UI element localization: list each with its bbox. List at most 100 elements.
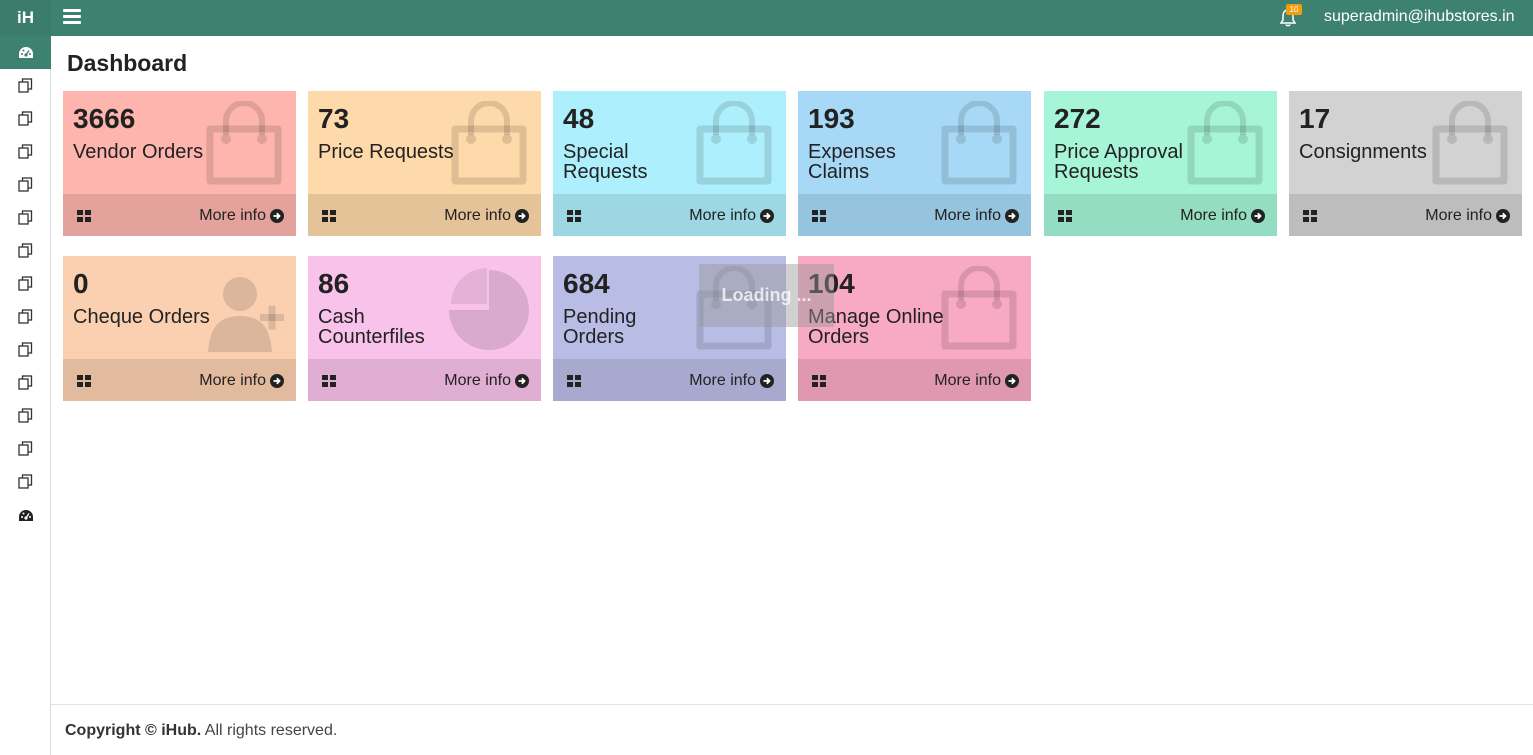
more-info-label: More info (934, 207, 1001, 224)
sidebar-item-1[interactable] (0, 69, 51, 102)
more-info-label-wrap: More info (689, 372, 774, 390)
more-info-link[interactable]: More info (553, 194, 786, 236)
sidebar-item-6[interactable] (0, 234, 51, 267)
more-info-link[interactable]: More info (63, 194, 296, 236)
more-info-link[interactable]: More info (308, 359, 541, 401)
copy-icon (18, 78, 33, 93)
stat-label: Cheque Orders (73, 306, 210, 328)
arrow-circle-right-icon (1005, 374, 1019, 388)
more-info-link[interactable]: More info (798, 194, 1031, 236)
arrow-circle-right-icon (515, 374, 529, 388)
sidebar-item-9[interactable] (0, 333, 51, 366)
top-navbar: iH 10 superadmin@ihubstores.in (0, 0, 1533, 36)
more-info-label: More info (199, 372, 266, 389)
more-info-label: More info (689, 207, 756, 224)
shopping-bag-icon (939, 100, 1019, 187)
sidebar-item-10[interactable] (0, 366, 51, 399)
more-info-label: More info (689, 372, 756, 389)
stat-label: Special Requests (563, 141, 648, 183)
more-info-link[interactable]: More info (1289, 194, 1522, 236)
more-info-label-wrap: More info (199, 372, 284, 390)
stat-card-body: 86 Cash Counterfiles (308, 256, 541, 359)
stat-card-body: 193 Expenses Claims (798, 91, 1031, 194)
user-menu[interactable]: superadmin@ihubstores.in (1324, 8, 1515, 26)
stat-card: 0 Cheque Orders More info (63, 256, 296, 401)
grid-icon (322, 209, 336, 222)
more-info-label: More info (934, 372, 1001, 389)
sidebar (0, 36, 51, 755)
arrow-circle-right-icon (270, 209, 284, 223)
copy-icon (18, 276, 33, 291)
stat-count: 684 (563, 268, 610, 299)
more-info-link[interactable]: More info (1044, 194, 1277, 236)
grid-icon (322, 374, 336, 387)
copy-icon (18, 375, 33, 390)
copy-icon (18, 342, 33, 357)
sidebar-item-3[interactable] (0, 135, 51, 168)
more-info-link[interactable]: More info (308, 194, 541, 236)
stat-count: 48 (563, 103, 595, 134)
copyright-text: Copyright © iHub. All rights reserved. (65, 722, 337, 740)
stat-card-body: 17 Consignments (1289, 91, 1522, 194)
sidebar-item-12[interactable] (0, 432, 51, 465)
sidebar-item-2[interactable] (0, 102, 51, 135)
more-info-label: More info (444, 207, 511, 224)
pie-chart-icon (449, 266, 529, 352)
stat-count: 272 (1054, 103, 1101, 134)
menu-toggle-icon[interactable] (63, 9, 81, 27)
stat-card: 272 Price Approval Requests More info (1044, 91, 1277, 236)
more-info-link[interactable]: More info (553, 359, 786, 401)
more-info-label: More info (1180, 207, 1247, 224)
loading-overlay: Loading ... (699, 264, 834, 327)
sidebar-item-dashboard[interactable] (0, 36, 51, 69)
shopping-bag-icon (204, 100, 284, 187)
copy-icon (18, 243, 33, 258)
sidebar-item-5[interactable] (0, 201, 51, 234)
sidebar-item-7[interactable] (0, 267, 51, 300)
sidebar-item-dashboard-2[interactable] (0, 499, 51, 532)
arrow-circle-right-icon (515, 209, 529, 223)
app-logo[interactable]: iH (0, 0, 51, 36)
arrow-circle-right-icon (1251, 209, 1265, 223)
arrow-circle-right-icon (1005, 209, 1019, 223)
sidebar-item-4[interactable] (0, 168, 51, 201)
more-info-label: More info (444, 372, 511, 389)
copy-icon (18, 408, 33, 423)
grid-icon (77, 209, 91, 222)
arrow-circle-right-icon (270, 374, 284, 388)
stat-label: Price Approval Requests (1054, 141, 1183, 183)
stat-count: 86 (318, 268, 350, 299)
grid-icon (567, 374, 581, 387)
stat-label: Price Requests (318, 141, 454, 163)
copyright-suffix: All rights reserved. (201, 722, 338, 739)
shopping-bag-icon (449, 100, 529, 187)
shopping-bag-icon (1430, 100, 1510, 187)
grid-icon (812, 374, 826, 387)
shopping-bag-icon (694, 100, 774, 187)
grid-icon (812, 209, 826, 222)
page-footer: Copyright © iHub. All rights reserved. (51, 704, 1533, 755)
grid-icon (1058, 209, 1072, 222)
stat-card-body: 0 Cheque Orders (63, 256, 296, 359)
more-info-link[interactable]: More info (798, 359, 1031, 401)
stat-label: Pending Orders (563, 306, 637, 348)
sidebar-item-8[interactable] (0, 300, 51, 333)
more-info-link[interactable]: More info (63, 359, 296, 401)
stat-card: 193 Expenses Claims More info (798, 91, 1031, 236)
stat-label: Consignments (1299, 141, 1427, 163)
copyright-brand: iHub. (161, 722, 202, 739)
stat-card: 17 Consignments More info (1289, 91, 1522, 236)
more-info-label-wrap: More info (1180, 207, 1265, 225)
copy-icon (18, 111, 33, 126)
arrow-circle-right-icon (760, 209, 774, 223)
sidebar-item-11[interactable] (0, 399, 51, 432)
more-info-label-wrap: More info (934, 207, 1019, 225)
more-info-label-wrap: More info (444, 372, 529, 390)
stat-card-body: 3666 Vendor Orders (63, 91, 296, 194)
more-info-label-wrap: More info (444, 207, 529, 225)
stat-label: Vendor Orders (73, 141, 204, 163)
stat-card: 48 Special Requests More info (553, 91, 786, 236)
sidebar-item-13[interactable] (0, 465, 51, 498)
copy-icon (18, 474, 33, 489)
arrow-circle-right-icon (760, 374, 774, 388)
